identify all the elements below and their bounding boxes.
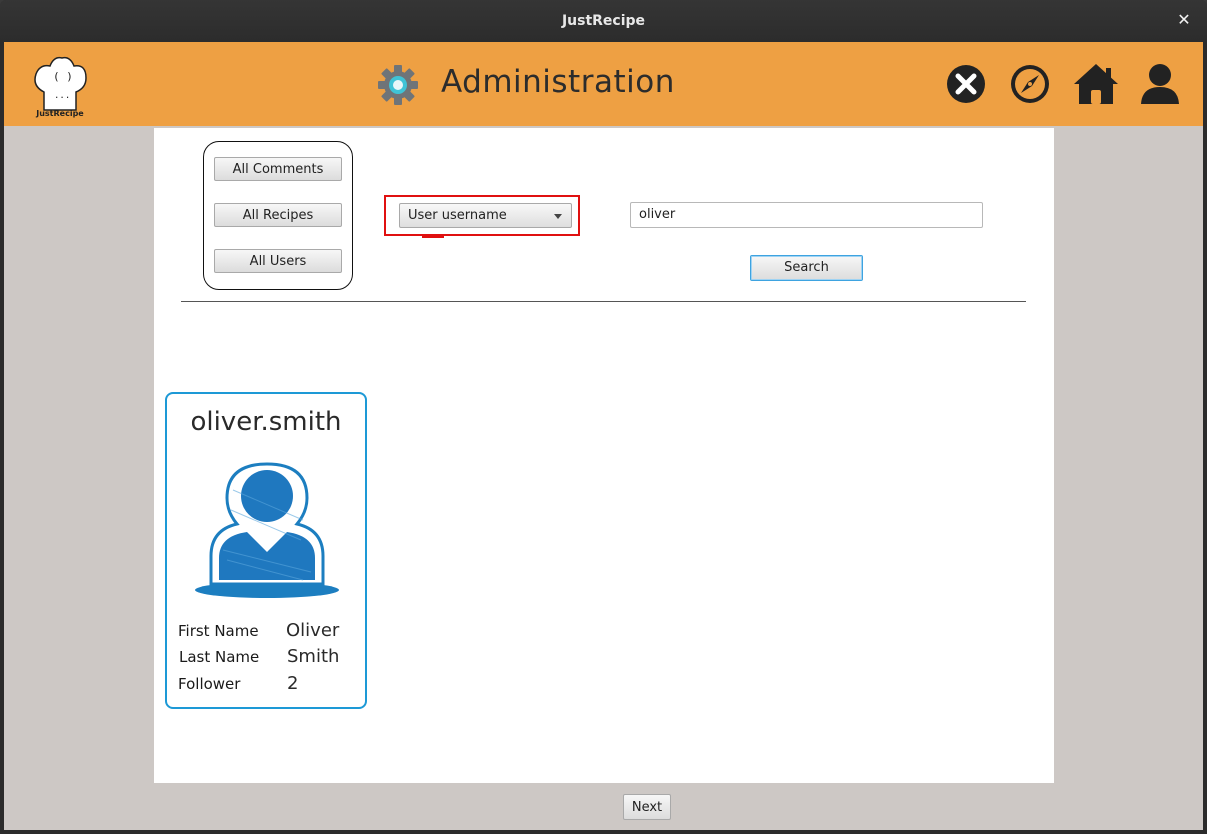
app-window: JustRecipe ✕ ( ) ... JustRecipe Administ… — [0, 0, 1207, 834]
title-bar: JustRecipe ✕ — [0, 0, 1207, 42]
card-username: oliver.smith — [190, 407, 342, 437]
search-criterion-select[interactable]: User username — [399, 203, 572, 228]
logo-label: JustRecipe — [36, 109, 84, 118]
user-avatar-icon — [195, 462, 339, 598]
all-comments-button[interactable]: All Comments — [214, 157, 342, 181]
divider — [181, 301, 1026, 302]
filter-group: All Comments All Recipes All Users — [203, 141, 353, 290]
app-header: ( ) ... JustRecipe Administration — [4, 42, 1203, 126]
all-users-button[interactable]: All Users — [214, 249, 342, 273]
follower-label: Follower — [178, 675, 241, 693]
user-card[interactable]: oliver.smith First Name Oliver Last Name… — [165, 392, 367, 709]
first-name-value: Oliver — [286, 620, 340, 641]
last-name-label: Last Name — [179, 648, 260, 666]
all-recipes-button[interactable]: All Recipes — [214, 203, 342, 227]
client-area: ( ) ... JustRecipe Administration All Co… — [4, 42, 1203, 830]
first-name-label: First Name — [178, 622, 259, 640]
compass-icon[interactable] — [1008, 62, 1052, 106]
follower-value: 2 — [287, 673, 299, 694]
gear-icon — [378, 65, 418, 105]
window-title: JustRecipe — [561, 13, 646, 29]
search-criterion-value: User username — [408, 208, 507, 223]
user-icon[interactable] — [1138, 62, 1182, 106]
home-icon[interactable] — [1072, 62, 1120, 106]
window-close-button[interactable]: ✕ — [1175, 11, 1193, 29]
svg-text:( ): ( ) — [53, 70, 73, 83]
selection-highlight-mark — [422, 236, 444, 238]
chevron-down-icon — [554, 214, 562, 219]
content-panel: All Comments All Recipes All Users User … — [154, 128, 1054, 783]
page-title: Administration — [441, 64, 675, 100]
last-name-value: Smith — [287, 646, 340, 667]
search-input[interactable]: oliver — [630, 202, 983, 228]
search-button[interactable]: Search — [750, 255, 863, 281]
next-button[interactable]: Next — [623, 794, 671, 820]
svg-text:...: ... — [54, 91, 70, 101]
close-circle-icon[interactable] — [944, 62, 988, 106]
